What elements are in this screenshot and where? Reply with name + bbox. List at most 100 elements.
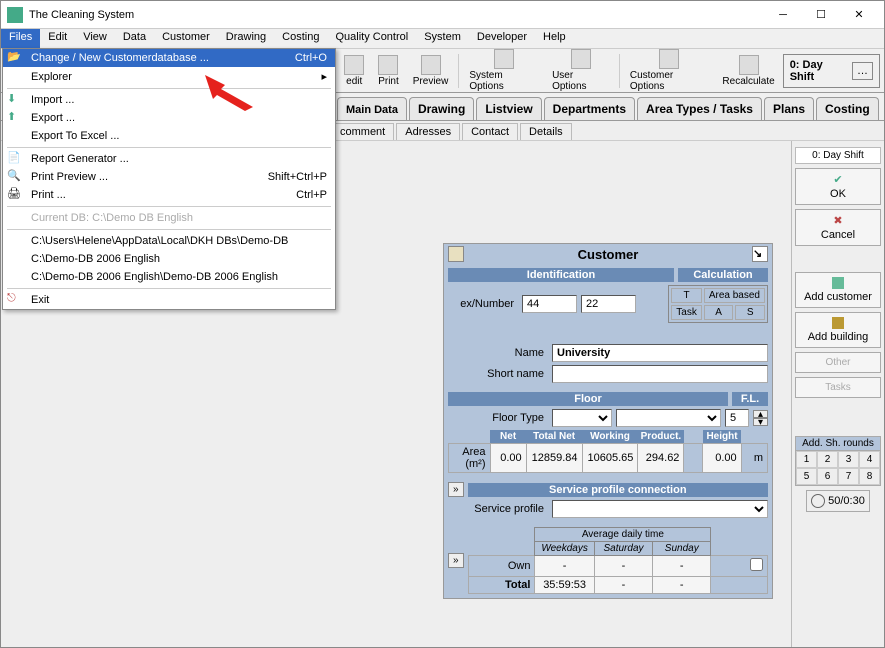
tab-departments[interactable]: Departments [544,97,635,120]
menu-exit[interactable]: ⎋Exit [3,291,335,309]
close-button[interactable]: ✕ [840,4,878,26]
menu-recent-1[interactable]: C:\Users\Helene\AppData\Local\DKH DBs\De… [3,232,335,250]
menu-view[interactable]: View [75,29,115,48]
menu-help[interactable]: Help [535,29,574,48]
menu-print[interactable]: 🖨Print ...Ctrl+P [3,186,335,204]
customer-panel: Customer ↘ Identification Calculation ex… [443,243,773,599]
maximize-button[interactable]: ☐ [802,4,840,26]
menu-recent-3[interactable]: C:\Demo-DB 2006 English\Demo-DB 2006 Eng… [3,268,335,286]
tab-costing[interactable]: Costing [816,97,879,120]
tool-customer-options[interactable]: Customer Options [624,47,715,94]
round-7[interactable]: 7 [838,468,859,485]
round-3[interactable]: 3 [838,451,859,468]
print2-icon: 🖨 [7,187,23,203]
subtab-details[interactable]: Details [520,123,572,140]
index-input-2[interactable] [581,295,636,313]
floor-level-input[interactable] [725,409,749,427]
own-checkbox[interactable] [750,558,763,571]
shift-selector[interactable]: 0: Day Shift … [783,54,880,88]
other-button[interactable]: Other [795,352,881,373]
menu-export-excel[interactable]: Export To Excel ... [3,127,335,145]
shift-browse-button[interactable]: … [852,62,873,80]
sysopt-icon [494,49,514,69]
round-2[interactable]: 2 [817,451,838,468]
tool-preview[interactable]: Preview [407,53,455,89]
import-icon: ⬇ [7,92,23,108]
menu-report-gen[interactable]: 📄Report Generator ... [3,150,335,168]
menu-print-preview[interactable]: 🔍Print Preview ...Shift+Ctrl+P [3,168,335,186]
round-5[interactable]: 5 [796,468,817,485]
subtab-comment[interactable]: comment [331,123,394,140]
titlebar: The Cleaning System ─ ☐ ✕ [1,1,884,29]
menu-files[interactable]: Files [1,29,40,48]
calc-table: TArea based TaskAS [668,285,768,323]
menu-export[interactable]: ⬆Export ... [3,109,335,127]
tool-edit[interactable]: edit [338,53,370,89]
tab-area-types[interactable]: Area Types / Tasks [637,97,762,120]
minimize-button[interactable]: ─ [764,4,802,26]
subtab-contact[interactable]: Contact [462,123,518,140]
menu-explorer[interactable]: Explorer▸ [3,67,335,86]
name-input[interactable] [552,344,768,362]
menu-recent-2[interactable]: C:\Demo-DB 2006 English [3,250,335,268]
tab-drawing[interactable]: Drawing [409,97,474,120]
menu-system[interactable]: System [416,29,469,48]
shortname-label: Short name [448,368,548,380]
customer-tool-icon[interactable]: ↘ [752,246,768,262]
add-building-button[interactable]: Add building [795,312,881,348]
daily-expand-button[interactable]: » [448,553,464,568]
round-8[interactable]: 8 [859,468,880,485]
add-cust-icon [832,277,844,289]
tool-print[interactable]: Print [372,53,405,89]
calc-header: Calculation [678,268,768,282]
tool-sys-options[interactable]: System Options [463,47,544,94]
tasks-button[interactable]: Tasks [795,377,881,398]
add-bld-icon [832,317,844,329]
floor-type-select-2[interactable] [616,409,721,427]
menu-import[interactable]: ⬇Import ... [3,91,335,109]
rounds-grid: Add. Sh. rounds 1 2 3 4 5 6 7 8 [795,436,881,486]
own-sun: - [653,556,711,577]
timer[interactable]: 50/0:30 [806,490,870,512]
index-input-1[interactable] [522,295,577,313]
round-4[interactable]: 4 [859,451,880,468]
menu-costing[interactable]: Costing [274,29,327,48]
preview-icon [421,55,441,75]
recalc-icon [739,55,759,75]
svc-expand-button[interactable]: » [448,482,464,497]
floor-type-select-1[interactable] [552,409,612,427]
round-1[interactable]: 1 [796,451,817,468]
shortname-input[interactable] [552,365,768,383]
cancel-button[interactable]: ✖ Cancel [795,209,881,246]
report-icon: 📄 [7,151,23,167]
total-sun: - [653,577,711,594]
subtab-addresses[interactable]: Adresses [396,123,460,140]
area-product: 294.62 [638,444,684,473]
preview2-icon: 🔍 [7,169,23,185]
tool-user-options[interactable]: User Options [546,47,615,94]
tool-recalculate[interactable]: Recalculate [716,53,780,89]
fl-down[interactable]: ▾ [753,418,768,426]
ok-button[interactable]: ✔ OK [795,168,881,205]
tab-plans[interactable]: Plans [764,97,814,120]
add-customer-button[interactable]: Add customer [795,272,881,308]
rounds-header: Add. Sh. rounds [796,437,880,451]
open-icon: 📂 [7,50,23,66]
menu-quality[interactable]: Quality Control [327,29,416,48]
tab-listview[interactable]: Listview [476,97,541,120]
tab-main-data[interactable]: Main Data [337,97,407,120]
menu-developer[interactable]: Developer [469,29,535,48]
menu-data[interactable]: Data [115,29,154,48]
menu-edit[interactable]: Edit [40,29,75,48]
menu-change-db[interactable]: 📂 Change / New Customerdatabase ...Ctrl+… [3,49,335,67]
menu-drawing[interactable]: Drawing [218,29,274,48]
area-total: 12859.84 [526,444,582,473]
svc-select[interactable] [552,500,768,518]
menu-customer[interactable]: Customer [154,29,218,48]
area-working: 10605.65 [582,444,638,473]
ident-header: Identification [448,268,674,282]
right-shift-label[interactable]: 0: Day Shift [795,147,881,164]
round-6[interactable]: 6 [817,468,838,485]
fl-header: F.L. [732,392,768,406]
title: The Cleaning System [29,9,764,21]
